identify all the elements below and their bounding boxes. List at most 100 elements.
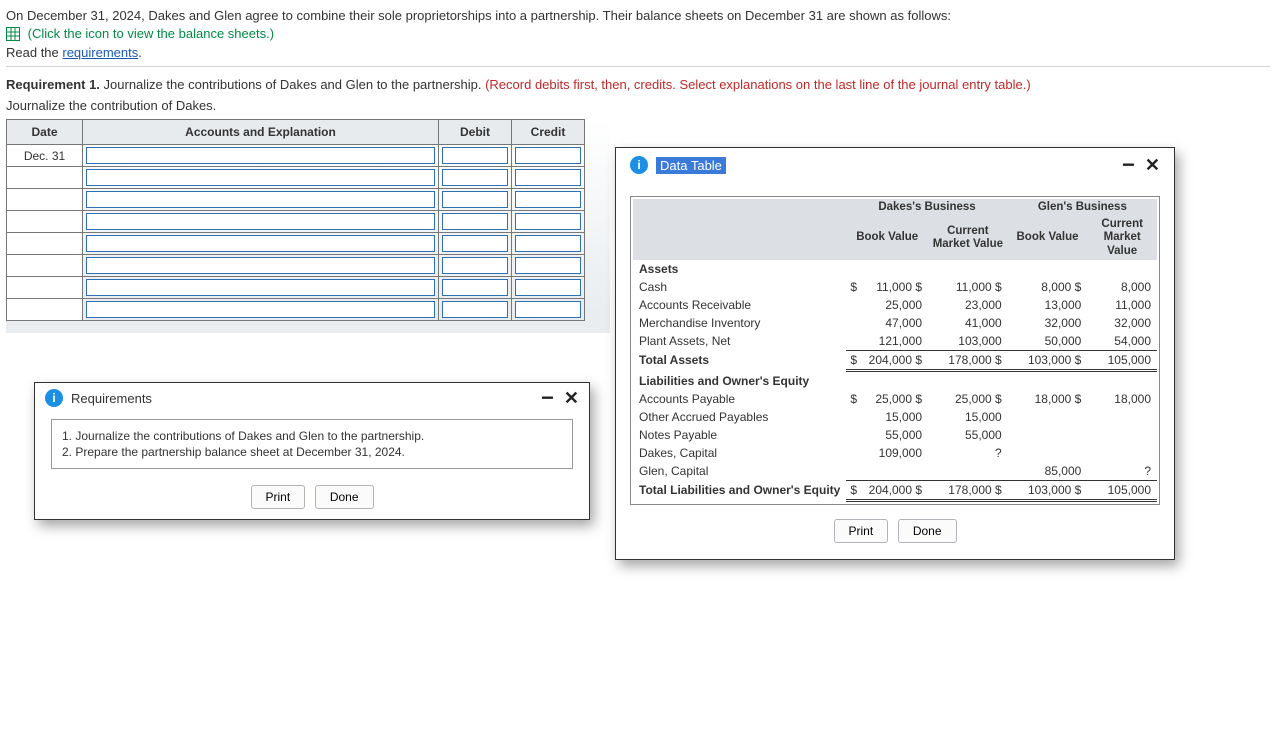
minimize-icon[interactable]: − bbox=[1122, 158, 1135, 172]
cell bbox=[1102, 426, 1157, 444]
requirement-text: Journalize the contributions of Dakes an… bbox=[100, 77, 485, 92]
cell: 8,000 bbox=[1102, 278, 1157, 296]
acct-input[interactable] bbox=[86, 257, 435, 274]
cell bbox=[928, 480, 942, 500]
dakes-business-header: Dakes's Business bbox=[846, 199, 1007, 216]
debit-input[interactable] bbox=[442, 279, 508, 296]
section-header: Liabilities and Owner's Equity bbox=[633, 370, 1157, 390]
credit-input[interactable] bbox=[515, 257, 581, 274]
cell: 18,000 bbox=[1102, 390, 1157, 408]
glens-business-header: Glen's Business bbox=[1008, 199, 1157, 216]
requirements-link[interactable]: requirements bbox=[62, 45, 138, 60]
cell bbox=[1022, 444, 1087, 462]
cell bbox=[1022, 408, 1087, 426]
credit-input[interactable] bbox=[515, 147, 581, 164]
done-button[interactable]: Done bbox=[898, 519, 957, 543]
cell: 121,000 bbox=[863, 332, 928, 351]
cell bbox=[1087, 390, 1101, 408]
cell bbox=[846, 444, 862, 462]
close-icon[interactable]: ✕ bbox=[1145, 158, 1160, 172]
cell: 178,000 $ bbox=[942, 350, 1007, 370]
info-icon: i bbox=[630, 156, 648, 174]
cell bbox=[942, 462, 1007, 481]
acct-input[interactable] bbox=[86, 169, 435, 186]
credit-input[interactable] bbox=[515, 301, 581, 318]
cell bbox=[928, 332, 942, 351]
row-label: Glen, Capital bbox=[633, 462, 846, 481]
row-label: Total Liabilities and Owner's Equity bbox=[633, 480, 846, 500]
col-credit-header: Credit bbox=[512, 120, 585, 145]
cell: 11,000 $ bbox=[863, 278, 928, 296]
requirements-dialog: i Requirements − ✕ 1. Journalize the con… bbox=[34, 382, 590, 520]
debit-input[interactable] bbox=[442, 257, 508, 274]
cell: 55,000 bbox=[942, 426, 1007, 444]
credit-input[interactable] bbox=[515, 235, 581, 252]
done-button[interactable]: Done bbox=[315, 485, 374, 509]
requirements-dialog-title: Requirements bbox=[71, 391, 152, 406]
cell: 32,000 bbox=[1022, 314, 1087, 332]
cell bbox=[928, 314, 942, 332]
cell bbox=[1022, 426, 1087, 444]
cell bbox=[1087, 350, 1101, 370]
acct-input[interactable] bbox=[86, 191, 435, 208]
cell: 25,000 $ bbox=[863, 390, 928, 408]
debit-input[interactable] bbox=[442, 147, 508, 164]
cell bbox=[1087, 480, 1101, 500]
credit-input[interactable] bbox=[515, 279, 581, 296]
cell: 50,000 bbox=[1022, 332, 1087, 351]
print-button[interactable]: Print bbox=[834, 519, 889, 543]
cell bbox=[846, 426, 862, 444]
col-debit-header: Debit bbox=[439, 120, 512, 145]
cell bbox=[1087, 426, 1101, 444]
cell bbox=[1008, 444, 1022, 462]
acct-input[interactable] bbox=[86, 301, 435, 318]
cell: 18,000 $ bbox=[1022, 390, 1087, 408]
credit-input[interactable] bbox=[515, 169, 581, 186]
acct-input[interactable] bbox=[86, 235, 435, 252]
divider bbox=[6, 66, 1270, 67]
glens-book-value-header: Book Value bbox=[1008, 216, 1088, 260]
acct-input[interactable] bbox=[86, 213, 435, 230]
cell: $ bbox=[846, 390, 862, 408]
cell bbox=[846, 314, 862, 332]
cell bbox=[928, 350, 942, 370]
balance-sheets-link[interactable]: (Click the icon to view the balance shee… bbox=[28, 26, 274, 41]
col-acct-header: Accounts and Explanation bbox=[83, 120, 439, 145]
acct-input[interactable] bbox=[86, 147, 435, 164]
cell bbox=[1008, 278, 1022, 296]
debit-input[interactable] bbox=[442, 169, 508, 186]
date-cell: Dec. 31 bbox=[7, 145, 83, 167]
cell: 55,000 bbox=[863, 426, 928, 444]
cell: 105,000 bbox=[1102, 480, 1157, 500]
row-label: Notes Payable bbox=[633, 426, 846, 444]
cell bbox=[928, 296, 942, 314]
row-label: Plant Assets, Net bbox=[633, 332, 846, 351]
print-button[interactable]: Print bbox=[251, 485, 306, 509]
requirement-note: (Record debits first, then, credits. Sel… bbox=[485, 77, 1031, 92]
data-table-dialog: i Data Table − ✕ Dakes's Business Glen's… bbox=[615, 147, 1175, 560]
row-label: Cash bbox=[633, 278, 846, 296]
cell: 15,000 bbox=[863, 408, 928, 426]
close-icon[interactable]: ✕ bbox=[564, 391, 579, 405]
credit-input[interactable] bbox=[515, 213, 581, 230]
debit-input[interactable] bbox=[442, 191, 508, 208]
cell: 109,000 bbox=[863, 444, 928, 462]
credit-input[interactable] bbox=[515, 191, 581, 208]
cell: 8,000 $ bbox=[1022, 278, 1087, 296]
cell bbox=[1087, 296, 1101, 314]
grid-icon[interactable] bbox=[6, 27, 20, 41]
debit-input[interactable] bbox=[442, 235, 508, 252]
cell bbox=[1102, 408, 1157, 426]
minimize-icon[interactable]: − bbox=[541, 391, 554, 405]
glens-market-value-header: Current Market Value bbox=[1087, 216, 1157, 260]
row-label: Accounts Receivable bbox=[633, 296, 846, 314]
acct-input[interactable] bbox=[86, 279, 435, 296]
cell: 41,000 bbox=[942, 314, 1007, 332]
cell: 15,000 bbox=[942, 408, 1007, 426]
debit-input[interactable] bbox=[442, 213, 508, 230]
cell: 32,000 bbox=[1102, 314, 1157, 332]
cell: 103,000 bbox=[942, 332, 1007, 351]
cell bbox=[1008, 350, 1022, 370]
debit-input[interactable] bbox=[442, 301, 508, 318]
cell bbox=[1008, 462, 1022, 481]
